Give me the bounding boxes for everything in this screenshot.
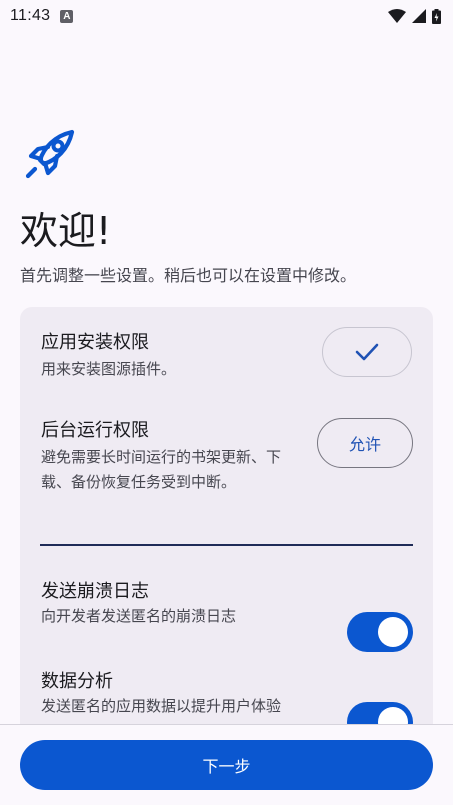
bottom-bar: 下一步 [0,725,453,805]
page-title: 欢迎! [20,209,112,253]
analytics-title: 数据分析 [41,671,113,692]
signal-icon [412,9,426,23]
onboarding-scroll-area[interactable]: 欢迎! 首先调整一些设置。稍后也可以在设置中修改。 应用安装权限 用来安装图源插… [0,32,453,724]
status-time: 11:43 [10,7,51,24]
toggle-knob [378,707,408,724]
section-divider [40,544,413,546]
analytics-description: 发送匿名的应用数据以提升用户体验 [41,697,282,715]
permissions-card: 应用安装权限 用来安装图源插件。 后台运行权限 避免需要长时间运行的书架更新、下… [20,307,433,724]
allow-background-button[interactable]: 允许 [317,418,413,468]
crash-log-title: 发送崩溃日志 [41,581,149,602]
install-permission-description: 用来安装图源插件。 [41,360,177,378]
install-permission-granted-button[interactable] [322,327,412,377]
wifi-icon [388,9,406,23]
page-subtitle: 首先调整一些设置。稍后也可以在设置中修改。 [20,266,357,285]
status-right [388,8,441,24]
check-icon [355,343,379,361]
background-permission-description: 避免需要长时间运行的书架更新、下载、备份恢复任务受到中断。 [41,448,282,491]
toggle-knob [378,617,408,647]
rocket-icon [25,129,75,179]
notification-icon: A [60,9,74,23]
crash-log-description: 向开发者发送匿名的崩溃日志 [41,607,237,625]
install-permission-title: 应用安装权限 [41,332,149,353]
next-button[interactable]: 下一步 [20,740,433,790]
background-permission-title: 后台运行权限 [41,420,149,441]
status-left: 11:43 A [10,7,74,25]
crash-log-toggle[interactable] [347,612,413,652]
analytics-toggle[interactable] [347,702,413,724]
status-bar: 11:43 A [0,0,453,32]
battery-icon [432,8,441,24]
